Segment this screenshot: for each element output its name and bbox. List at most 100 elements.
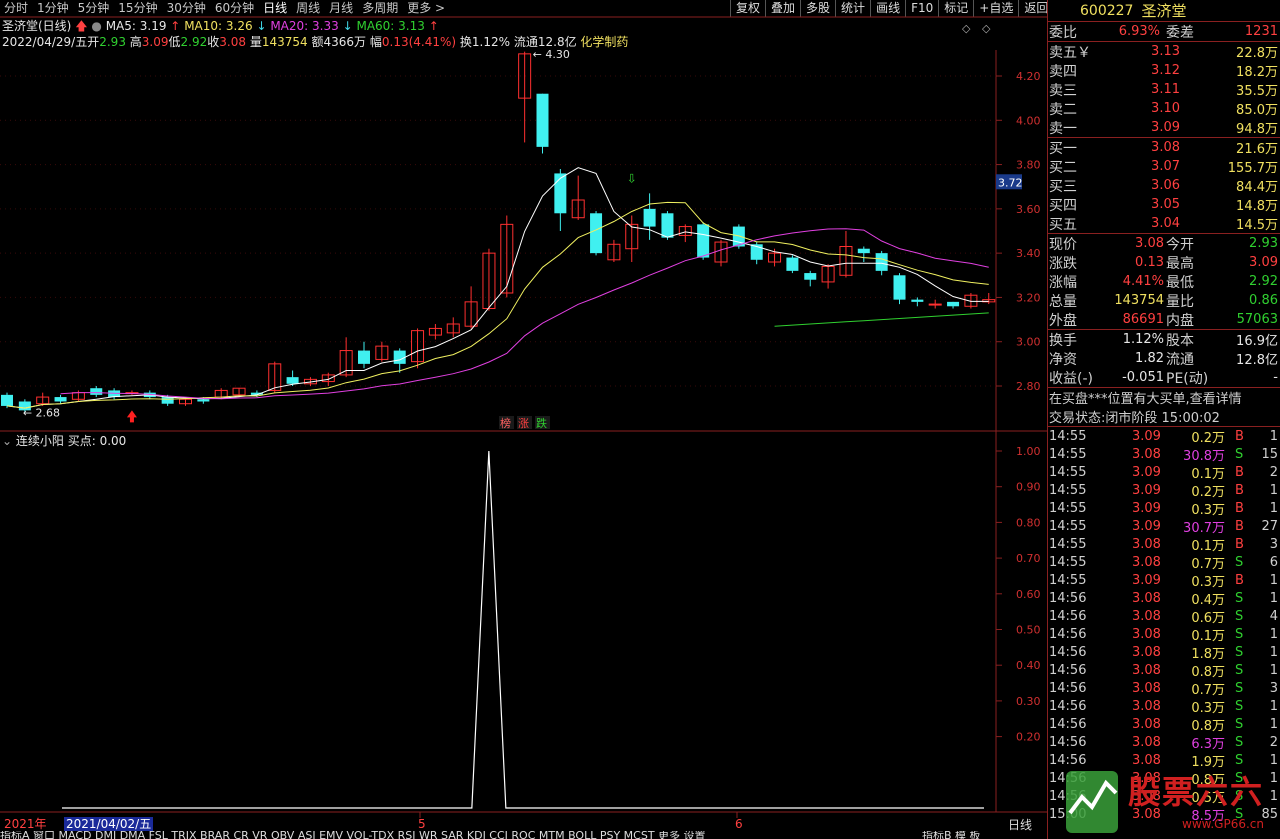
watermark-url: www.GP66.cn [1182,817,1264,831]
high-marker: ← 4.30 [533,48,570,61]
ask-level-1[interactable]: 卖五￥ 3.13 22.8万 [1048,42,1280,61]
stat-label: 涨幅 [1049,274,1077,291]
stat-value-2: 57063 [1236,312,1278,327]
bid-level-5[interactable]: 买五 3.04 14.5万 [1048,214,1280,233]
stat-label: 外盘 [1049,312,1077,329]
level-label: 卖二 [1049,101,1077,118]
stock-name: 圣济堂 [1141,2,1187,20]
event-tag: 榜 [500,416,511,430]
fund-label-2: 股本 [1166,332,1194,349]
level-volume: 94.8万 [1236,122,1278,137]
indicator-b-tabs[interactable]: 指标B 模 板 [922,831,981,839]
candle-body [90,388,103,395]
tick-row: 14:56 3.08 0.4万 S 1 [1048,589,1280,608]
indicator-title-row: ⌄ 连续小阳 买点: 0.00 [2,432,126,449]
stat-row-0: 现价 3.08 今开 2.93 [1048,234,1280,253]
candle-body [947,301,960,307]
stat-row-3: 总量 143754 量比 0.86 [1048,291,1280,310]
ask-level-3[interactable]: 卖三 3.11 35.5万 [1048,80,1280,99]
level-label: 卖四 [1049,63,1077,80]
bid-level-1[interactable]: 买一 3.08 21.6万 [1048,138,1280,157]
ask-level-4[interactable]: 卖二 3.10 85.0万 [1048,99,1280,118]
down-marker-icon: ⇩ [627,171,637,185]
indicator-tabs[interactable]: 指标A 窗口 MACD DMI DMA FSL TRIX BRAR CR VR … [0,831,860,839]
level-label: 买一 [1049,140,1077,157]
bid-level-3[interactable]: 买三 3.06 84.4万 [1048,176,1280,195]
notice-row[interactable]: 在买盘***位置有大买单,查看详情 [1048,388,1280,407]
tick-price: 3.08 [1132,446,1161,462]
event-tag: 涨 [518,417,529,430]
tick-time: 14:56 [1049,698,1087,714]
tick-side: S [1235,698,1244,714]
level-price: 3.12 [1151,63,1180,78]
candle-body [875,253,888,271]
tick-time: 14:55 [1049,482,1087,498]
status-row: 交易状态: 闭市阶段 15:00:02 [1048,407,1280,426]
year-label: 2021年 [4,817,47,831]
tick-row: 14:55 3.09 0.3万 B 1 [1048,571,1280,590]
tick-time: 14:55 [1049,464,1087,480]
candle-body [1,394,13,406]
indicator-tick-label: 0.50 [1016,624,1041,637]
bid-level-4[interactable]: 买四 3.05 14.8万 [1048,195,1280,214]
level-label: 买四 [1049,197,1077,214]
ma60-line [774,312,989,327]
fund-row-2: 收益(-) -0.051 PE(动) - [1048,368,1280,387]
tick-list[interactable]: 14:55 3.09 0.2万 B 1 14:55 3.08 30.8万 S 15 14:55 3.0… [1048,427,1280,824]
tick-price: 3.08 [1132,698,1161,714]
tick-price: 3.08 [1132,626,1161,642]
level-price: 3.04 [1151,216,1180,231]
watermark: 股票六六 www.GP66.cn [1062,765,1274,839]
tick-count: 3 [1269,680,1278,696]
tick-side: S [1235,644,1244,660]
tick-time: 14:55 [1049,446,1087,462]
candle-body [554,173,567,214]
candle-body [697,224,710,258]
tick-count: 1 [1269,428,1278,444]
tick-count: 1 [1269,662,1278,678]
ask-level-2[interactable]: 卖四 3.12 18.2万 [1048,61,1280,80]
tick-volume: 0.1万 [1191,466,1225,482]
tick-side: S [1235,734,1244,750]
level-price: 3.13 [1151,44,1180,59]
level-volume: 84.4万 [1236,180,1278,195]
price-tick-label: 2.80 [1016,380,1041,393]
ask-book: 卖五￥ 3.13 22.8万 卖四 3.12 18.2万 卖三 3.11 35.5万 卖二 3.10… [1048,42,1280,137]
tick-row: 14:56 3.08 6.3万 S 2 [1048,733,1280,752]
stat-value-2: 0.86 [1249,293,1278,308]
tick-side: S [1235,590,1244,606]
tick-volume: 0.1万 [1191,538,1225,554]
candle-body [643,208,656,227]
tick-price: 3.08 [1132,680,1161,696]
tick-volume: 0.4万 [1191,592,1225,608]
tick-row: 14:56 3.08 0.8万 S 1 [1048,715,1280,734]
indicator-line [62,450,984,809]
price-chart[interactable]: 4.20 4.00 3.80 3.60 3.40 3.20 3.00 2.80 3.72 ← 4.… [0,0,1047,839]
stat-label: 现价 [1049,236,1077,253]
indicator-tick-label: 0.40 [1016,659,1041,672]
tick-row: 14:56 3.08 0.1万 S 1 [1048,625,1280,644]
weicha-value: 1231 [1244,24,1278,39]
level-volume: 85.0万 [1236,103,1278,118]
bid-level-2[interactable]: 买二 3.07 155.7万 [1048,157,1280,176]
tick-volume: 0.7万 [1191,556,1225,572]
tick-time: 14:55 [1049,500,1087,516]
fund-value-2: 16.9亿 [1236,334,1278,349]
tick-count: 1 [1269,500,1278,516]
fund-value: 1.82 [1135,351,1164,366]
tick-volume: 0.3万 [1191,700,1225,716]
tick-side: B [1235,572,1244,588]
tick-count: 2 [1269,464,1278,480]
indicator-menu-icon[interactable]: ⌄ [2,434,12,448]
tick-row: 14:55 3.09 0.2万 B 1 [1048,427,1280,446]
candle-body [590,213,603,254]
ask-level-5[interactable]: 卖一 3.09 94.8万 [1048,118,1280,137]
level-volume: 155.7万 [1227,161,1278,176]
level-volume: 21.6万 [1236,142,1278,157]
big-order-notice[interactable]: 在买盘***位置有大买单,查看详情 [1048,388,1242,407]
level-label: 卖三 [1049,82,1077,99]
price-tick-label: 4.00 [1016,114,1041,127]
tick-side: S [1235,626,1244,642]
tick-count: 1 [1269,698,1278,714]
tick-volume: 0.1万 [1191,628,1225,644]
